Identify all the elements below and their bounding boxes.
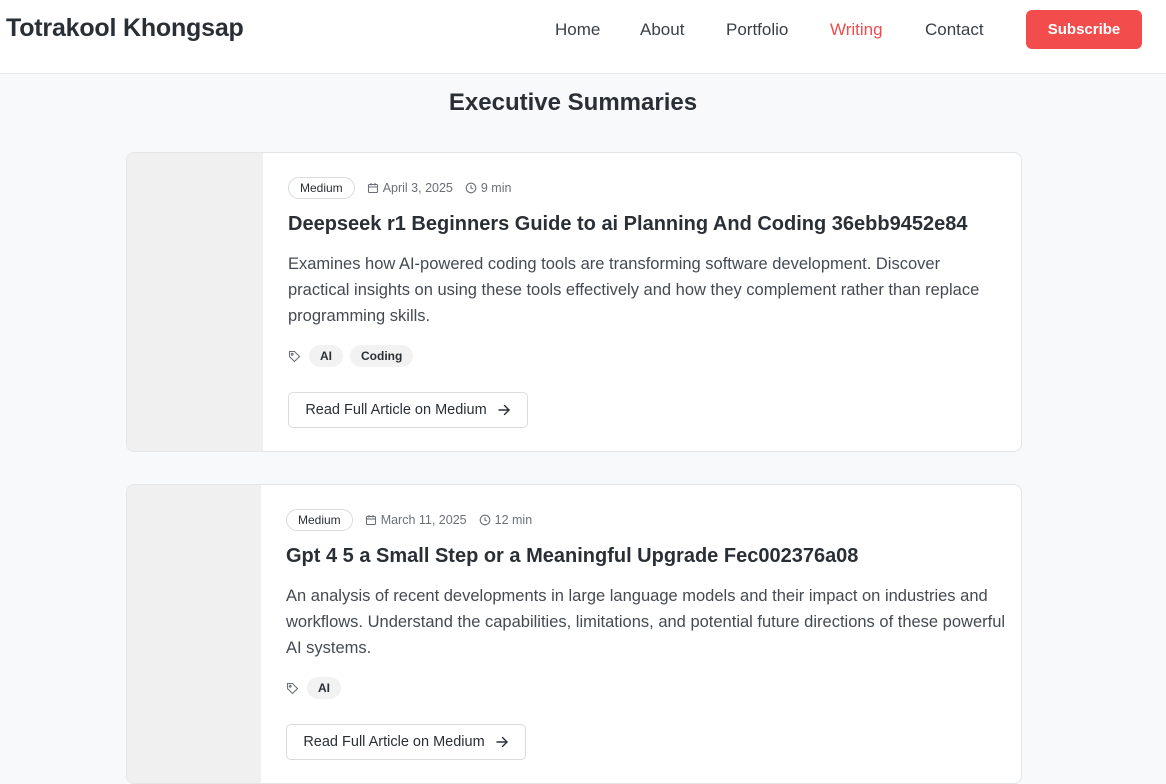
article-tags: AI Coding bbox=[288, 345, 414, 367]
arrow-right-icon bbox=[495, 736, 508, 748]
article-description: An analysis of recent developments in la… bbox=[286, 587, 1006, 657]
article-date: March 11, 2025 bbox=[365, 513, 467, 527]
clock-icon bbox=[479, 514, 490, 526]
tag-ai[interactable]: AI bbox=[307, 677, 341, 699]
article-body: Medium March 11, 2025 12 min Gpt 4 5 a S… bbox=[261, 485, 1021, 783]
subscribe-button[interactable]: Subscribe bbox=[1026, 10, 1142, 49]
article-tags: AI bbox=[286, 677, 341, 699]
nav-writing[interactable]: Writing bbox=[830, 20, 883, 40]
page-title: Executive Summaries bbox=[448, 89, 698, 116]
article-date-text: April 3, 2025 bbox=[382, 181, 453, 195]
read-article-button[interactable]: Read Full Article on Medium bbox=[288, 392, 528, 428]
clock-icon bbox=[465, 182, 477, 194]
article-meta: Medium April 3, 2025 9 min bbox=[288, 177, 511, 199]
source-badge: Medium bbox=[288, 177, 355, 199]
nav-contact[interactable]: Contact bbox=[925, 20, 984, 40]
nav-portfolio[interactable]: Portfolio bbox=[726, 20, 788, 40]
article-body: Medium April 3, 2025 9 min Deepseek r1 B… bbox=[263, 153, 1021, 451]
article-read-time-text: 12 min bbox=[494, 513, 533, 527]
tag-icon bbox=[286, 682, 299, 694]
article-read-time: 12 min bbox=[479, 513, 533, 527]
tag-icon bbox=[288, 350, 301, 362]
article-card: Medium March 11, 2025 12 min Gpt 4 5 a S… bbox=[126, 484, 1022, 784]
arrow-right-icon bbox=[497, 404, 510, 416]
article-read-time: 9 min bbox=[465, 181, 512, 195]
tag-ai[interactable]: AI bbox=[309, 345, 343, 367]
article-thumbnail bbox=[127, 153, 263, 451]
tag-coding[interactable]: Coding bbox=[350, 345, 414, 367]
nav-about[interactable]: About bbox=[640, 20, 684, 40]
article-card: Medium April 3, 2025 9 min Deepseek r1 B… bbox=[126, 152, 1022, 452]
main-nav: Home About Portfolio Writing Contact bbox=[0, 0, 1166, 74]
article-meta: Medium March 11, 2025 12 min bbox=[286, 509, 532, 531]
article-title[interactable]: Deepseek r1 Beginners Guide to ai Planni… bbox=[288, 213, 967, 236]
article-thumbnail bbox=[127, 485, 261, 783]
article-title[interactable]: Gpt 4 5 a Small Step or a Meaningful Upg… bbox=[286, 545, 858, 568]
read-article-label: Read Full Article on Medium bbox=[305, 402, 487, 418]
source-badge: Medium bbox=[286, 509, 353, 531]
article-read-time-text: 9 min bbox=[480, 181, 512, 195]
article-date: April 3, 2025 bbox=[367, 181, 453, 195]
article-date-text: March 11, 2025 bbox=[380, 513, 467, 527]
article-description: Examines how AI-powered coding tools are… bbox=[288, 255, 980, 325]
calendar-icon bbox=[367, 183, 378, 194]
site-header: Totrakool Khongsap Home About Portfolio … bbox=[0, 0, 1166, 74]
read-article-label: Read Full Article on Medium bbox=[303, 734, 485, 750]
nav-home[interactable]: Home bbox=[555, 20, 600, 40]
read-article-button[interactable]: Read Full Article on Medium bbox=[286, 724, 526, 760]
calendar-icon bbox=[365, 515, 376, 526]
